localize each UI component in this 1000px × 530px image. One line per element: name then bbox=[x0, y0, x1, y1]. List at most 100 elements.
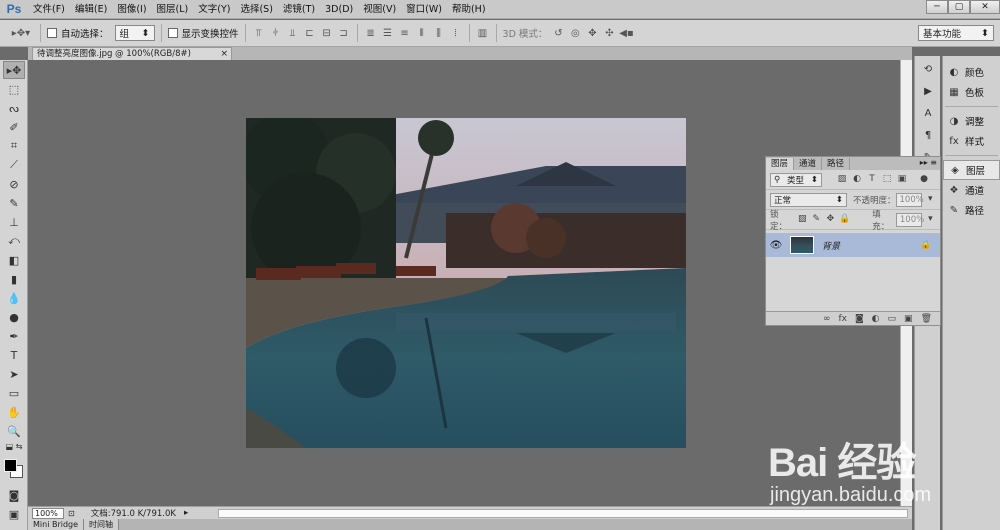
dock-styles[interactable]: fx 样式 bbox=[943, 131, 1000, 151]
tab-channels[interactable]: 通道 bbox=[794, 158, 823, 170]
lock-all-icon[interactable]: 🔒 bbox=[839, 214, 850, 226]
menu-file[interactable]: 文件(F) bbox=[28, 0, 70, 19]
zoom-field[interactable]: 100% bbox=[32, 507, 64, 519]
filter-type-icon[interactable]: T bbox=[866, 174, 878, 186]
document-tab[interactable]: 待调整亮度图像.jpg @ 100%(RGB/8#) × bbox=[32, 47, 232, 60]
menu-help[interactable]: 帮助(H) bbox=[447, 0, 491, 19]
type-tool-icon[interactable]: T bbox=[3, 346, 25, 364]
character-panel-icon[interactable]: A bbox=[918, 104, 938, 122]
new-layer-icon[interactable]: ▣ bbox=[904, 314, 913, 324]
menu-select[interactable]: 选择(S) bbox=[235, 0, 277, 19]
menu-type[interactable]: 文字(Y) bbox=[193, 0, 235, 19]
auto-align-icon[interactable]: ▥ bbox=[476, 26, 490, 40]
slide-3d-icon[interactable]: ✣ bbox=[602, 26, 616, 40]
gradient-tool-icon[interactable]: ▮ bbox=[3, 270, 25, 288]
swap-colors-icon[interactable]: ⬓ ⇆ bbox=[3, 441, 25, 451]
filter-toggle-icon[interactable]: ● bbox=[918, 174, 930, 186]
tab-mini-bridge[interactable]: Mini Bridge bbox=[28, 519, 85, 530]
tab-layers[interactable]: 图层 bbox=[766, 158, 795, 170]
new-group-icon[interactable]: ▭ bbox=[888, 314, 897, 324]
layer-row-background[interactable]: 👁 背景 🔒 bbox=[766, 233, 940, 257]
lasso-tool-icon[interactable]: ᔓ bbox=[3, 99, 25, 117]
layer-style-icon[interactable]: fx bbox=[838, 314, 847, 324]
history-panel-icon[interactable]: ⟲ bbox=[918, 60, 938, 78]
quick-mask-icon[interactable]: ◙ bbox=[3, 486, 25, 504]
zoom-tool-icon[interactable]: 🔍 bbox=[3, 422, 25, 440]
move-tool-icon[interactable]: ▸✥ bbox=[3, 61, 25, 79]
chevron-down-icon[interactable]: ▾ bbox=[925, 194, 937, 206]
roll-3d-icon[interactable]: ◎ bbox=[568, 26, 582, 40]
panel-menu-icon[interactable]: ▸▸ ≡ bbox=[920, 157, 937, 169]
menu-window[interactable]: 窗口(W) bbox=[401, 0, 447, 19]
maximize-button[interactable]: ▢ bbox=[948, 0, 970, 14]
dock-color[interactable]: ◐ 颜色 bbox=[943, 62, 1000, 82]
crop-tool-icon[interactable]: ⌗ bbox=[3, 137, 25, 155]
filter-adjustment-icon[interactable]: ◐ bbox=[851, 174, 863, 186]
align-hcenter-icon[interactable]: ⊟ bbox=[320, 26, 334, 40]
distribute-bottom-icon[interactable]: ≡ bbox=[398, 26, 412, 40]
menu-3d[interactable]: 3D(D) bbox=[320, 0, 358, 19]
align-top-icon[interactable]: ⫪ bbox=[252, 26, 266, 40]
move-tool-preset-icon[interactable]: ▸✥▾ bbox=[8, 26, 34, 40]
close-button[interactable]: ✕ bbox=[970, 0, 1000, 14]
healing-brush-tool-icon[interactable]: ⊘ bbox=[3, 175, 25, 193]
minimize-button[interactable]: ─ bbox=[926, 0, 948, 14]
paragraph-panel-icon[interactable]: ¶ bbox=[918, 126, 938, 144]
foreground-color-swatch[interactable] bbox=[4, 459, 17, 472]
auto-select-dropdown[interactable]: 组 ⬍ bbox=[114, 25, 155, 41]
tab-paths[interactable]: 路径 bbox=[822, 158, 851, 170]
brush-tool-icon[interactable]: ✎ bbox=[3, 194, 25, 212]
filter-pixel-icon[interactable]: ▨ bbox=[836, 174, 848, 186]
drag-3d-icon[interactable]: ✥ bbox=[585, 26, 599, 40]
dock-channels[interactable]: ❖ 通道 bbox=[943, 180, 1000, 200]
close-icon[interactable]: × bbox=[220, 48, 228, 60]
distribute-vcenter-icon[interactable]: ☰ bbox=[381, 26, 395, 40]
marquee-tool-icon[interactable]: ⬚ bbox=[3, 80, 25, 98]
document-image[interactable] bbox=[246, 118, 686, 448]
menu-view[interactable]: 视图(V) bbox=[358, 0, 401, 19]
chevron-down-icon[interactable]: ▾ bbox=[925, 214, 936, 226]
add-mask-icon[interactable]: ◙ bbox=[855, 314, 864, 324]
filter-smart-object-icon[interactable]: ▣ bbox=[896, 174, 908, 186]
tab-timeline[interactable]: 时间轴 bbox=[84, 519, 120, 530]
show-transform-checkbox[interactable] bbox=[167, 28, 178, 38]
eye-icon[interactable]: 👁 bbox=[766, 240, 786, 251]
fill-field[interactable]: 100% bbox=[895, 212, 924, 227]
status-menu-icon[interactable]: ⊡ bbox=[68, 509, 75, 518]
lock-transparent-icon[interactable]: ▨ bbox=[797, 214, 808, 226]
dock-paths[interactable]: ✎ 路径 bbox=[943, 200, 1000, 220]
distribute-hcenter-icon[interactable]: ⫼ bbox=[432, 26, 446, 40]
dock-layers[interactable]: ◈ 图层 bbox=[943, 160, 1000, 180]
align-bottom-icon[interactable]: ⫫ bbox=[286, 26, 300, 40]
history-brush-tool-icon[interactable]: ⤺ bbox=[3, 232, 25, 250]
distribute-right-icon[interactable]: ⦙ bbox=[449, 26, 463, 40]
workspace-dropdown[interactable]: 基本功能 ⬍ bbox=[918, 25, 994, 41]
menu-edit[interactable]: 编辑(E) bbox=[70, 0, 112, 19]
blend-mode-dropdown[interactable]: 正常 ⬍ bbox=[770, 192, 847, 207]
align-vcenter-icon[interactable]: ⫩ bbox=[269, 26, 283, 40]
clone-stamp-tool-icon[interactable]: ⊥ bbox=[3, 213, 25, 231]
pen-tool-icon[interactable]: ✒ bbox=[3, 327, 25, 345]
lock-position-icon[interactable]: ✥ bbox=[825, 214, 836, 226]
opacity-field[interactable]: 100% bbox=[895, 192, 924, 207]
distribute-top-icon[interactable]: ≣ bbox=[364, 26, 378, 40]
filter-shape-icon[interactable]: ⬚ bbox=[881, 174, 893, 186]
adjustment-layer-icon[interactable]: ◐ bbox=[872, 314, 880, 324]
menu-filter[interactable]: 滤镜(T) bbox=[278, 0, 320, 19]
actions-panel-icon[interactable]: ▶ bbox=[918, 82, 938, 100]
quick-select-tool-icon[interactable]: ✐ bbox=[3, 118, 25, 136]
path-select-tool-icon[interactable]: ➤ bbox=[3, 365, 25, 383]
blur-tool-icon[interactable]: 💧 bbox=[3, 289, 25, 307]
menu-layer[interactable]: 图层(L) bbox=[152, 0, 194, 19]
eraser-tool-icon[interactable]: ◧ bbox=[3, 251, 25, 269]
screen-mode-icon[interactable]: ▣ bbox=[3, 505, 25, 523]
shape-tool-icon[interactable]: ▭ bbox=[3, 384, 25, 402]
hand-tool-icon[interactable]: ✋ bbox=[3, 403, 25, 421]
layer-filter-dropdown[interactable]: ⚲ 类型 ⬍ bbox=[770, 172, 822, 187]
auto-select-checkbox[interactable] bbox=[47, 28, 57, 38]
dock-adjustments[interactable]: ◑ 调整 bbox=[943, 111, 1000, 131]
align-left-icon[interactable]: ⊏ bbox=[303, 26, 317, 40]
lock-pixels-icon[interactable]: ✎ bbox=[811, 214, 822, 226]
link-layers-icon[interactable]: ∞ bbox=[823, 314, 831, 324]
rotate-3d-icon[interactable]: ↺ bbox=[551, 26, 565, 40]
